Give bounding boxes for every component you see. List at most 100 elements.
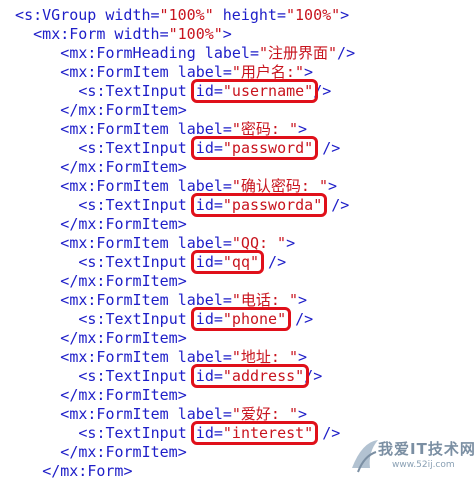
code-token-tag: > <box>298 348 308 366</box>
code-token-tag: <s:VGroup <box>15 6 106 24</box>
code-line: </mx:FormItem> <box>60 272 186 291</box>
code-token-attr: width= <box>105 6 160 24</box>
code-token-str: "地址: " <box>231 348 299 366</box>
code-line: </mx:Form> <box>42 462 132 481</box>
code-token-tag: <mx:FormItem <box>60 63 178 81</box>
code-token-tag: > <box>286 234 296 252</box>
code-token-attr: id= <box>195 253 223 271</box>
code-line: <s:TextInput id="address"/> <box>78 367 322 386</box>
code-token-tag: <mx:FormItem <box>60 234 178 252</box>
code-token-tag: <s:TextInput <box>78 367 196 385</box>
code-token-attr: id= <box>195 310 223 328</box>
code-line: <mx:FormItem label="QQ: "> <box>60 234 295 253</box>
code-token-tag: <mx:FormItem <box>60 177 178 195</box>
code-token-tag: > <box>298 405 308 423</box>
code-line: </mx:FormItem> <box>60 329 186 348</box>
code-line: <s:TextInput id="interest" /> <box>78 424 340 443</box>
code-token-attr: width= <box>114 25 169 43</box>
code-line: <mx:FormItem label="爱好: "> <box>60 405 307 424</box>
code-token-tag: </mx:Form> <box>42 462 133 480</box>
code-token-tag: <s:TextInput <box>78 424 196 442</box>
code-token-str: "passworda" <box>222 196 323 214</box>
code-token-tag: /> <box>322 196 350 214</box>
code-token-tag: > <box>303 63 314 81</box>
code-token-str: "phone" <box>222 310 287 328</box>
watermark-url: www.52ij.com <box>392 460 455 470</box>
code-line: <mx:FormItem label="密码: "> <box>60 120 307 139</box>
code-token-attr: height= <box>213 6 286 24</box>
code-line: <mx:FormItem label="电话: "> <box>60 291 307 310</box>
code-token-tag: /> <box>286 310 314 328</box>
code-token-tag: > <box>328 177 338 195</box>
code-token-attr: label= <box>177 177 232 195</box>
code-token-attr: label= <box>177 120 232 138</box>
code-token-attr: id= <box>195 139 223 157</box>
code-token-str: "interest" <box>222 424 314 442</box>
code-token-tag: <mx:FormItem <box>60 120 178 138</box>
code-token-tag: /> <box>259 253 287 271</box>
code-token-tag: <mx:FormItem <box>60 405 178 423</box>
code-token-tag: /> <box>337 44 356 62</box>
code-line: </mx:FormItem> <box>60 386 186 405</box>
code-line: <mx:FormItem label="地址: "> <box>60 348 307 367</box>
code-token-attr: label= <box>177 405 232 423</box>
code-line: <mx:Form width="100%"> <box>33 25 232 44</box>
code-token-tag: <mx:FormItem <box>60 348 178 366</box>
code-token-attr: label= <box>177 63 232 81</box>
code-token-tag: <s:TextInput <box>78 196 196 214</box>
code-token-tag: <mx:Form <box>33 25 115 43</box>
code-token-attr: label= <box>204 44 259 62</box>
code-token-tag: > <box>298 291 308 309</box>
code-token-tag: </mx:FormItem> <box>60 443 187 461</box>
code-line: </mx:FormItem> <box>60 443 186 462</box>
code-token-tag: <s:TextInput <box>78 253 196 271</box>
code-editor: <s:VGroup width="100%" height="100%"> <mx… <box>0 0 474 484</box>
code-token-tag: > <box>340 6 350 24</box>
code-token-str: "用户名:" <box>231 63 304 81</box>
code-token-str: "密码: " <box>231 120 299 138</box>
code-token-tag: > <box>298 120 308 138</box>
code-line: <s:TextInput id="username"/> <box>78 82 331 101</box>
code-token-tag: </mx:FormItem> <box>60 215 187 233</box>
code-token-tag: <s:TextInput <box>78 310 196 328</box>
code-token-str: "确认密码: " <box>231 177 329 195</box>
code-token-tag: <mx:FormHeading <box>60 44 205 62</box>
code-line: <s:VGroup width="100%" height="100%"> <box>15 6 349 25</box>
code-token-tag: <s:TextInput <box>78 139 196 157</box>
code-line: <mx:FormItem label="用户名:"> <box>60 63 313 82</box>
code-token-tag: <s:TextInput <box>78 82 196 100</box>
code-line: </mx:FormItem> <box>60 158 186 177</box>
code-token-tag: <mx:FormItem <box>60 291 178 309</box>
code-token-attr: label= <box>177 234 232 252</box>
code-line: <s:TextInput id="phone" /> <box>78 310 313 329</box>
code-token-attr: id= <box>195 82 223 100</box>
code-line: <s:TextInput id="passworda" /> <box>78 196 349 215</box>
code-token-tag: /> <box>313 82 332 100</box>
code-token-str: "100%" <box>168 25 223 43</box>
code-token-tag: </mx:FormItem> <box>60 329 187 347</box>
code-line: <s:TextInput id="password" /> <box>78 139 340 158</box>
code-token-str: "100%" <box>285 6 341 24</box>
code-token-tag: /> <box>313 139 341 157</box>
code-line: <mx:FormItem label="确认密码: "> <box>60 177 337 196</box>
code-token-tag: /> <box>304 367 323 385</box>
code-token-str: "address" <box>222 367 305 385</box>
watermark-logo-icon <box>352 440 378 473</box>
code-token-attr: label= <box>177 291 232 309</box>
watermark: 我爱IT技术网 www.52ij.com <box>348 438 474 478</box>
code-token-tag: </mx:FormItem> <box>60 101 187 119</box>
code-token-attr: id= <box>195 196 223 214</box>
code-token-attr: id= <box>195 367 223 385</box>
code-token-attr: id= <box>195 424 223 442</box>
code-token-str: "电话: " <box>231 291 299 309</box>
code-token-str: "爱好: " <box>231 405 299 423</box>
code-token-tag: </mx:FormItem> <box>60 386 187 404</box>
code-token-tag: > <box>222 25 232 43</box>
watermark-title: 我爱IT技术网 <box>378 440 474 458</box>
code-token-str: "注册界面" <box>258 44 338 62</box>
code-line: </mx:FormItem> <box>60 101 186 120</box>
code-token-str: "QQ: " <box>231 234 287 252</box>
code-token-tag: </mx:FormItem> <box>60 272 187 290</box>
code-line: <s:TextInput id="qq" /> <box>78 253 286 272</box>
code-token-str: "password" <box>222 139 314 157</box>
